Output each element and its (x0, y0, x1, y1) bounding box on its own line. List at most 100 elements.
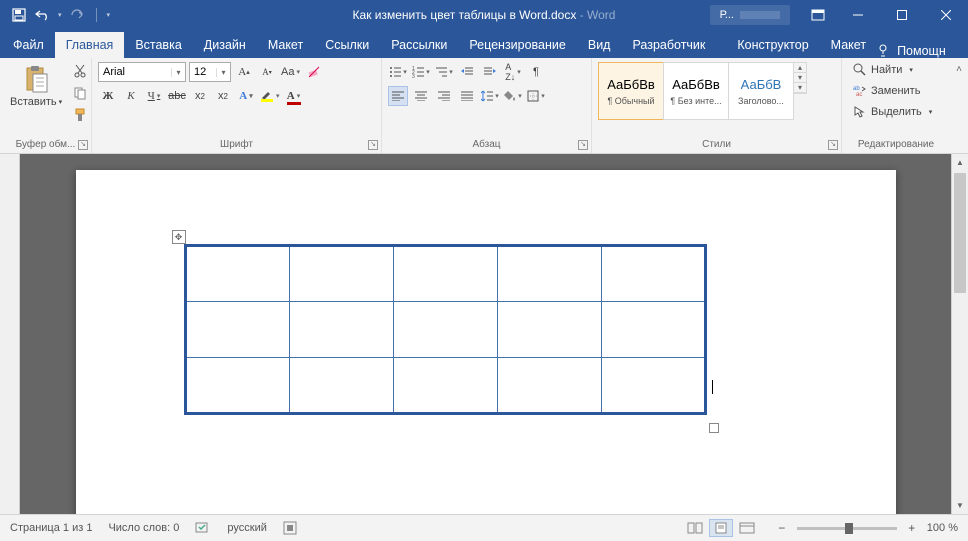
tab-layout[interactable]: Макет (257, 32, 314, 58)
ribbon-display-options-icon[interactable] (800, 0, 836, 30)
web-layout-icon[interactable] (735, 519, 759, 537)
sort-icon[interactable]: AZ↓ (503, 62, 523, 82)
subscript-button[interactable]: x2 (190, 86, 210, 106)
table-cell[interactable] (497, 302, 601, 358)
paste-button[interactable]: Вставить▾ (6, 62, 66, 110)
shading-icon[interactable] (503, 86, 523, 106)
styles-scroll-up[interactable]: ▴ (794, 63, 806, 73)
table-cell[interactable] (289, 302, 393, 358)
table-cell[interactable] (601, 246, 705, 302)
table-cell[interactable] (497, 358, 601, 414)
table-cell[interactable] (185, 358, 289, 414)
zoom-slider-thumb[interactable] (845, 523, 853, 534)
font-name-combo[interactable]: ▾ (98, 62, 186, 82)
table-cell[interactable] (393, 302, 497, 358)
clipboard-dialog-launcher[interactable]: ↘ (78, 140, 88, 150)
table-resize-handle[interactable] (709, 423, 719, 433)
vertical-ruler[interactable] (0, 154, 20, 514)
font-size-combo[interactable]: ▾ (189, 62, 231, 82)
table-cell[interactable] (393, 246, 497, 302)
strikethrough-button[interactable]: abc (167, 86, 187, 106)
grow-font-icon[interactable]: A▴ (234, 62, 254, 82)
show-marks-icon[interactable]: ¶ (526, 62, 546, 82)
redo-icon[interactable] (68, 6, 86, 24)
find-button[interactable]: Найти▾ (848, 60, 937, 79)
superscript-button[interactable]: x2 (213, 86, 233, 106)
tab-file[interactable]: Файл (2, 32, 55, 58)
document-table[interactable] (184, 244, 707, 415)
styles-dialog-launcher[interactable]: ↘ (828, 140, 838, 150)
cut-icon[interactable] (70, 62, 90, 80)
scroll-up-icon[interactable]: ▲ (952, 154, 968, 171)
document-viewport[interactable]: ✥ (20, 154, 951, 514)
tab-developer[interactable]: Разработчик (621, 32, 716, 58)
table-cell[interactable] (289, 358, 393, 414)
replace-button[interactable]: abac Заменить (848, 81, 937, 100)
italic-button[interactable]: К (121, 86, 141, 106)
underline-button[interactable]: Ч (144, 86, 164, 106)
table-move-handle-icon[interactable]: ✥ (172, 230, 186, 244)
save-icon[interactable] (10, 6, 28, 24)
style-item-0[interactable]: АаБбВв¶ Обычный (598, 62, 664, 120)
bullets-icon[interactable] (388, 62, 408, 82)
shrink-font-icon[interactable]: A▾ (257, 62, 277, 82)
vertical-scrollbar[interactable]: ▲ ▼ (951, 154, 968, 514)
status-word-count[interactable]: Число слов: 0 (108, 522, 179, 534)
justify-icon[interactable] (457, 86, 477, 106)
table-cell[interactable] (497, 246, 601, 302)
zoom-out-button[interactable]: − (775, 521, 789, 535)
tab-review[interactable]: Рецензирование (458, 32, 577, 58)
tab-references[interactable]: Ссылки (314, 32, 380, 58)
borders-icon[interactable] (526, 86, 546, 106)
select-button[interactable]: Выделить▾ (848, 102, 937, 121)
user-account[interactable]: Р... (710, 5, 790, 25)
line-spacing-icon[interactable] (480, 86, 500, 106)
tell-me-label[interactable]: Помощн (897, 44, 946, 58)
style-item-2[interactable]: АаБбВЗаголово... (728, 62, 794, 120)
tab-mailings[interactable]: Рассылки (380, 32, 458, 58)
font-color-icon[interactable]: A (284, 86, 304, 106)
align-center-icon[interactable] (411, 86, 431, 106)
table-cell[interactable] (393, 358, 497, 414)
copy-icon[interactable] (70, 84, 90, 102)
spellcheck-icon[interactable] (195, 521, 211, 535)
collapse-ribbon-icon[interactable]: ˄ (956, 64, 962, 75)
paragraph-dialog-launcher[interactable]: ↘ (578, 140, 588, 150)
status-page[interactable]: Страница 1 из 1 (10, 522, 92, 534)
tab-insert[interactable]: Вставка (124, 32, 192, 58)
table-cell[interactable] (601, 302, 705, 358)
align-left-icon[interactable] (388, 86, 408, 106)
increase-indent-icon[interactable] (480, 62, 500, 82)
read-mode-icon[interactable] (683, 519, 707, 537)
format-painter-icon[interactable] (70, 106, 90, 124)
document-page[interactable]: ✥ (76, 170, 896, 514)
close-button[interactable] (924, 0, 968, 30)
table-cell[interactable] (185, 246, 289, 302)
styles-scroll-down[interactable]: ▾ (794, 73, 806, 83)
bold-button[interactable]: Ж (98, 86, 118, 106)
clear-formatting-icon[interactable] (304, 62, 324, 82)
tab-design[interactable]: Дизайн (193, 32, 257, 58)
maximize-button[interactable] (880, 0, 924, 30)
style-item-1[interactable]: АаБбВв¶ Без инте... (663, 62, 729, 120)
qat-more-icon[interactable]: ▾ (107, 11, 111, 19)
zoom-level[interactable]: 100 % (927, 522, 958, 534)
zoom-in-button[interactable]: + (905, 521, 919, 535)
text-effects-icon[interactable]: A (236, 86, 256, 106)
tab-table-design[interactable]: Конструктор (726, 32, 819, 58)
print-layout-icon[interactable] (709, 519, 733, 537)
status-language[interactable]: русский (227, 522, 266, 534)
zoom-slider[interactable] (797, 527, 897, 530)
tab-home[interactable]: Главная (55, 32, 125, 58)
font-dialog-launcher[interactable]: ↘ (368, 140, 378, 150)
highlight-icon[interactable] (259, 86, 281, 106)
decrease-indent-icon[interactable] (457, 62, 477, 82)
table-cell[interactable] (289, 246, 393, 302)
scroll-down-icon[interactable]: ▼ (952, 497, 968, 514)
change-case-icon[interactable]: Aa (280, 62, 301, 82)
font-size-input[interactable] (190, 66, 216, 78)
undo-dropdown[interactable]: ▾ (58, 11, 62, 19)
macro-icon[interactable] (283, 521, 297, 535)
minimize-button[interactable] (836, 0, 880, 30)
numbering-icon[interactable]: 123 (411, 62, 431, 82)
